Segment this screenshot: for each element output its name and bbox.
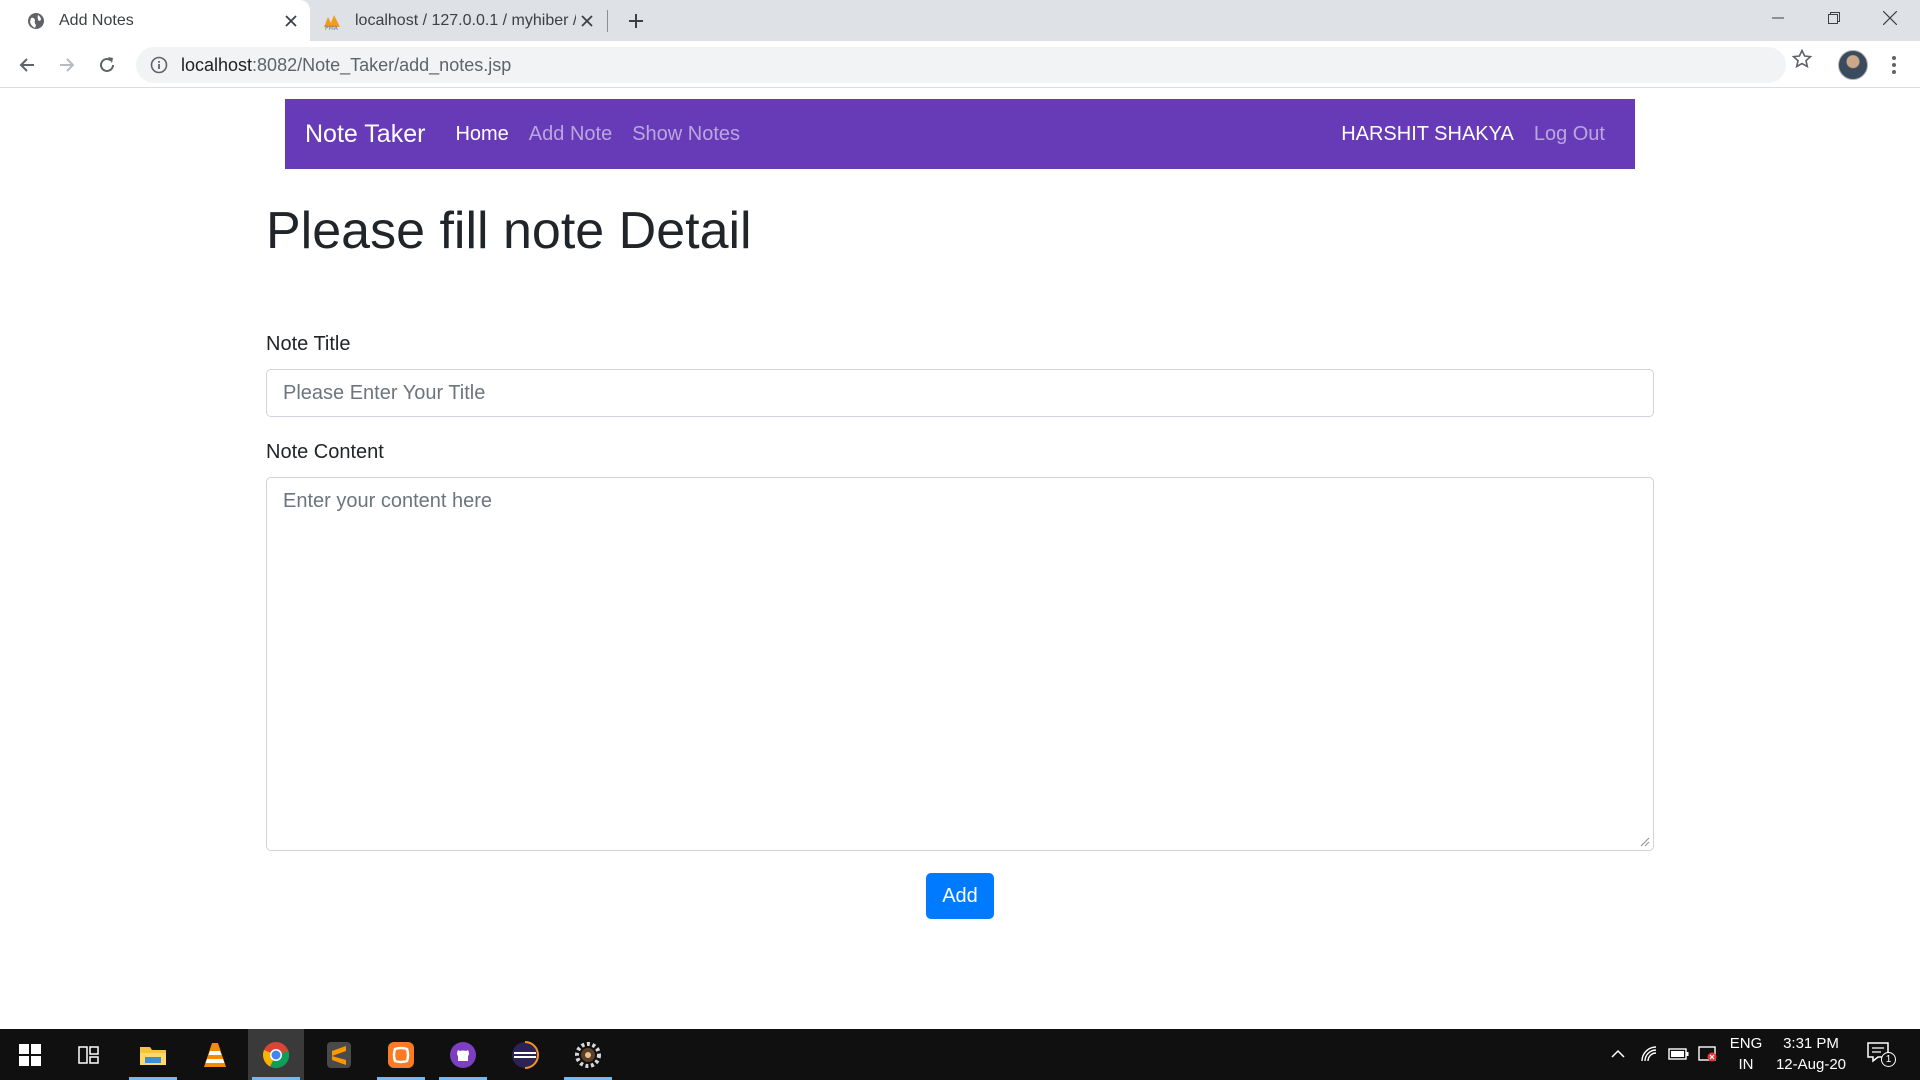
file-explorer-icon[interactable] — [125, 1029, 181, 1080]
svg-text:PMA: PMA — [325, 25, 339, 31]
tab-close-icon[interactable] — [280, 10, 302, 32]
language-region: IN — [1738, 1056, 1754, 1073]
app-navbar: Note Taker Home Add Note Show Notes HARS… — [285, 99, 1635, 169]
info-icon[interactable] — [150, 56, 168, 74]
navbar-right: HARSHIT SHAKYA Log Out — [1341, 123, 1605, 146]
language-indicator[interactable]: ENG IN — [1728, 1033, 1764, 1075]
xampp-icon[interactable] — [373, 1029, 429, 1080]
url-text: localhost:8082/Note_Taker/add_notes.jsp — [181, 55, 511, 76]
chrome-icon[interactable] — [248, 1029, 304, 1080]
plus-icon — [629, 14, 643, 28]
arrow-right-icon — [60, 58, 75, 72]
tab-title: localhost / 127.0.0.1 / myhiber / r — [355, 11, 577, 29]
wifi-icon[interactable] — [1640, 1045, 1658, 1063]
tab-title: Add Notes — [59, 11, 134, 29]
chevron-up-icon[interactable] — [1610, 1046, 1626, 1062]
restore-button[interactable] — [1806, 0, 1862, 36]
new-tab-button[interactable] — [624, 9, 648, 33]
tab-phpmyadmin[interactable]: PMA localhost / 127.0.0.1 / myhiber / r — [315, 0, 605, 41]
minimize-button[interactable] — [1750, 0, 1806, 36]
minimize-icon — [1772, 17, 1784, 19]
note-title-placeholder: Please Enter Your Title — [283, 381, 486, 404]
url-path: :8082/Note_Taker/add_notes.jsp — [252, 54, 512, 75]
clock-date: 12-Aug-20 — [1775, 1056, 1847, 1073]
address-bar[interactable]: localhost:8082/Note_Taker/add_notes.jsp — [136, 47, 1786, 83]
reload-button[interactable] — [92, 50, 122, 80]
settings-app-icon[interactable] — [560, 1029, 616, 1080]
vlc-icon[interactable] — [187, 1029, 243, 1080]
page-content: Note Taker Home Add Note Show Notes HARS… — [0, 89, 1920, 1029]
tab-separator — [607, 10, 608, 32]
resize-handle-icon[interactable] — [1638, 835, 1650, 847]
tab-strip: Add Notes PMA localhost / 127.0.0.1 / my… — [0, 0, 1920, 41]
clock-time: 3:31 PM — [1783, 1035, 1839, 1052]
navbar-brand[interactable]: Note Taker — [305, 120, 425, 149]
profile-avatar[interactable] — [1838, 50, 1868, 80]
bookmark-star-icon[interactable] — [1792, 49, 1812, 69]
arrow-left-icon — [19, 58, 34, 72]
sublime-text-icon[interactable] — [311, 1029, 367, 1080]
battery-icon[interactable] — [1668, 1046, 1690, 1062]
forward-button[interactable] — [52, 50, 82, 80]
back-button[interactable] — [12, 50, 42, 80]
close-window-button[interactable] — [1862, 0, 1918, 36]
page-title: Please fill note Detail — [266, 202, 752, 260]
nav-link-add-note[interactable]: Add Note — [529, 123, 612, 146]
tab-add-notes[interactable]: Add Notes — [0, 0, 310, 41]
windows-start-icon[interactable] — [2, 1029, 58, 1080]
task-view-icon[interactable] — [62, 1029, 118, 1080]
eclipse-icon[interactable] — [497, 1029, 553, 1080]
browser-menu-icon[interactable] — [1884, 53, 1904, 77]
github-desktop-icon[interactable] — [435, 1029, 491, 1080]
notification-center-icon[interactable]: 1 — [1866, 1041, 1896, 1069]
close-icon — [1883, 11, 1897, 25]
phpmyadmin-icon: PMA — [324, 14, 340, 31]
browser-toolbar: localhost:8082/Note_Taker/add_notes.jsp — [0, 41, 1920, 88]
nav-link-show-notes[interactable]: Show Notes — [632, 123, 740, 146]
note-content-label: Note Content — [266, 441, 384, 463]
note-content-placeholder: Enter your content here — [283, 490, 493, 512]
notification-count: 1 — [1881, 1052, 1896, 1067]
language-code: ENG — [1729, 1035, 1763, 1052]
restore-icon — [1828, 12, 1840, 24]
note-content-textarea[interactable]: Enter your content here — [266, 477, 1654, 851]
note-title-label: Note Title — [266, 333, 351, 355]
clock[interactable]: 3:31 PM 12-Aug-20 — [1772, 1033, 1850, 1075]
note-title-input[interactable]: Please Enter Your Title — [266, 369, 1654, 417]
add-note-button[interactable]: Add — [926, 873, 994, 919]
nav-link-home[interactable]: Home — [455, 123, 508, 146]
url-host: localhost — [181, 54, 253, 75]
windows-taskbar: ENG IN 3:31 PM 12-Aug-20 1 — [0, 1029, 1920, 1080]
globe-icon — [28, 12, 44, 29]
reload-icon — [100, 57, 114, 72]
logout-link[interactable]: Log Out — [1534, 123, 1605, 146]
tab-close-icon[interactable] — [576, 10, 597, 32]
user-name[interactable]: HARSHIT SHAKYA — [1341, 123, 1514, 146]
volume-muted-icon[interactable] — [1698, 1045, 1718, 1063]
